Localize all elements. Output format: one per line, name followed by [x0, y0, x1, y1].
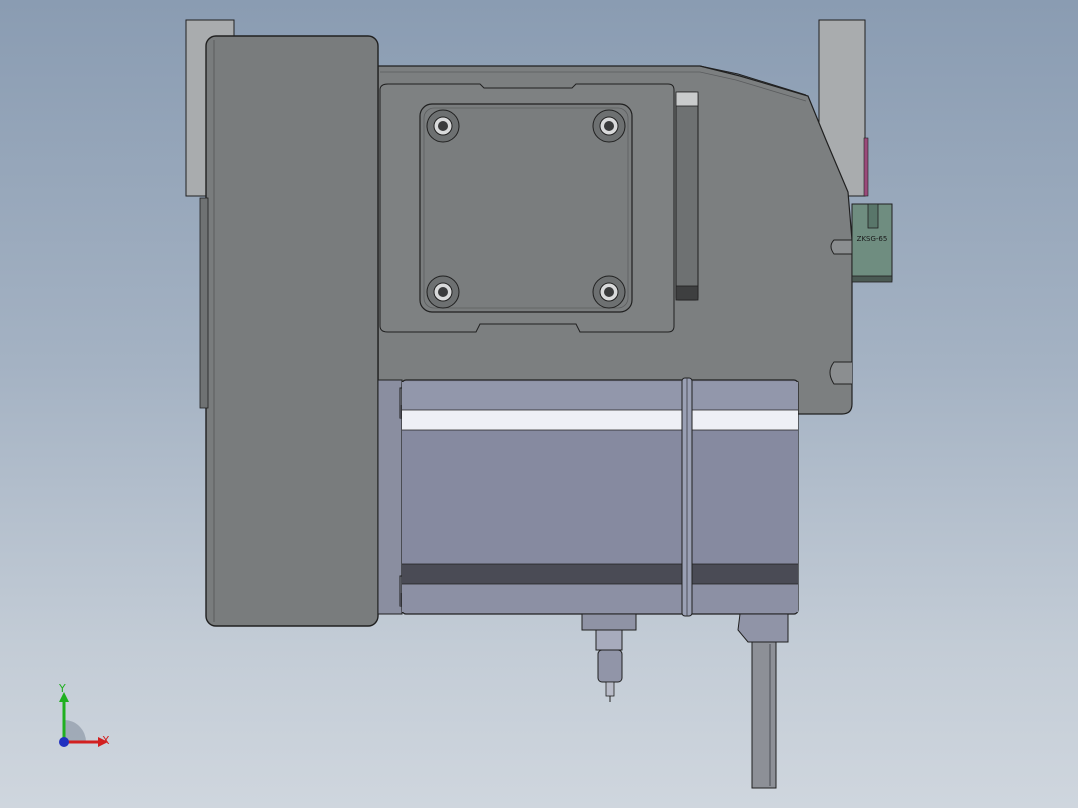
motor-top-band [402, 382, 798, 410]
coordinate-triad: Y X [58, 682, 110, 747]
connector-pin [605, 681, 615, 697]
motor-flange [377, 379, 403, 615]
sensor-block[interactable]: ZKSG-65 [851, 203, 893, 283]
connector-base [581, 613, 637, 631]
motor-bottom [402, 584, 798, 612]
side-slot-bottom [675, 285, 699, 301]
housing-notch-upper [830, 239, 852, 255]
housing-notch-lower [829, 361, 852, 385]
cable-gland [737, 613, 789, 643]
x-axis-label: X [102, 734, 110, 747]
connector-plug [597, 649, 623, 683]
sensor-label: ZKSG-65 [857, 235, 888, 243]
y-axis-label: Y [58, 682, 66, 695]
left-cover-block [205, 35, 379, 627]
motor-highlight [402, 410, 798, 430]
motor-mid-shade [402, 430, 798, 564]
side-slot-top [675, 91, 699, 107]
right-bracket-accent [863, 137, 869, 197]
cad-model[interactable]: ZKSG-65 [0, 0, 1078, 808]
z-axis-dot [59, 737, 69, 747]
left-cover-side [199, 197, 209, 409]
power-cable [751, 641, 777, 789]
connector-neck [595, 629, 623, 651]
side-slot [675, 91, 699, 301]
graphics-viewport[interactable]: ZKSG-65 Y X [0, 0, 1078, 808]
motor-dark-band [402, 564, 798, 584]
